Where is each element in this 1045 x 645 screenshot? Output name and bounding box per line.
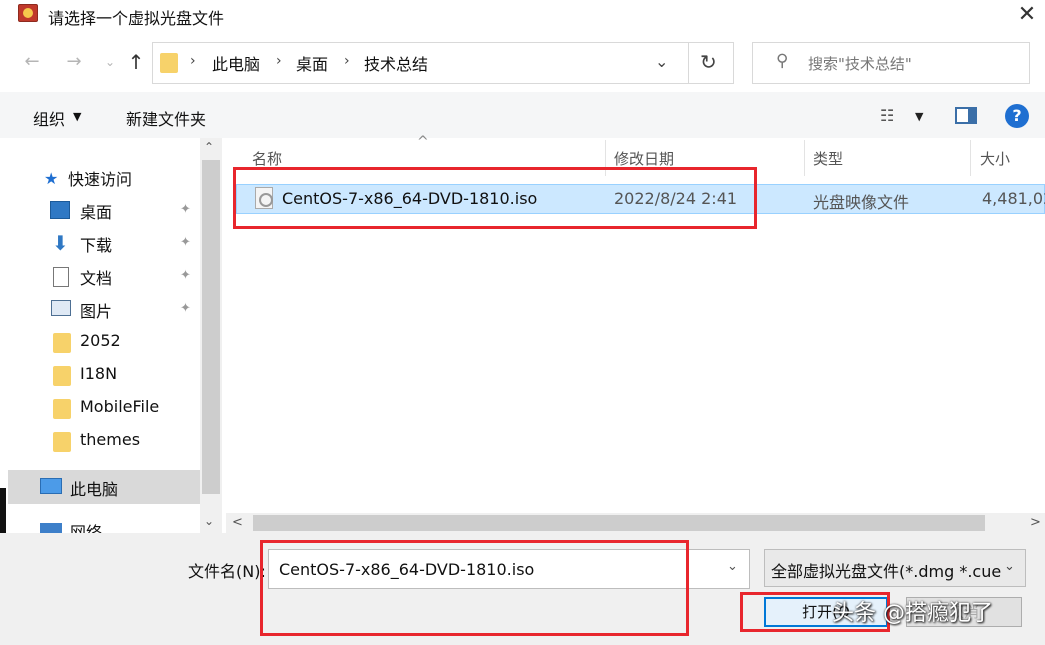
- folder-icon: [53, 366, 71, 386]
- filename-label: 文件名(N):: [188, 562, 266, 581]
- sidebar-item-label: MobileFile: [80, 397, 160, 416]
- address-dropdown-chevron-icon[interactable]: ⌄: [655, 52, 668, 71]
- sidebar-item-documents[interactable]: 文档 ✦: [0, 260, 200, 293]
- address-divider: [688, 43, 689, 83]
- filetype-dropdown-chevron-icon[interactable]: ⌄: [1004, 559, 1015, 574]
- organize-caret-icon[interactable]: ▼: [73, 110, 81, 123]
- nav-scrollbar-thumb[interactable]: [202, 160, 220, 494]
- breadcrumb-separator: ›: [276, 53, 282, 69]
- help-icon[interactable]: ?: [1005, 104, 1029, 128]
- app-icon: [18, 4, 38, 22]
- computer-icon: [40, 478, 62, 494]
- annotation-box-filename: [260, 540, 689, 636]
- breadcrumb-separator: ›: [190, 53, 196, 69]
- new-folder-button[interactable]: 新建文件夹: [126, 106, 206, 130]
- pin-icon: ✦: [180, 301, 191, 316]
- close-button[interactable]: ✕: [1012, 2, 1042, 28]
- pin-icon: ✦: [180, 235, 191, 250]
- breadcrumb-desktop[interactable]: 桌面: [296, 51, 328, 75]
- desktop-icon: [50, 201, 70, 219]
- sidebar-item-label: 2052: [80, 331, 121, 350]
- horizontal-scrollbar-thumb[interactable]: [253, 515, 985, 531]
- sidebar-item-label: 图片: [80, 302, 113, 321]
- pin-icon: ✦: [180, 202, 191, 217]
- download-icon: ⬇: [52, 231, 69, 255]
- column-header-date[interactable]: 修改日期: [614, 148, 674, 169]
- search-placeholder: 搜索"技术总结": [808, 55, 912, 73]
- sidebar-item-label: 文档: [80, 269, 113, 288]
- picture-icon: [51, 300, 71, 316]
- sidebar-item-2052[interactable]: 2052: [0, 326, 200, 359]
- sidebar-item-quick-access[interactable]: ★ 快速访问: [0, 161, 200, 194]
- sidebar-item-i18n[interactable]: I18N: [0, 359, 200, 392]
- back-arrow-icon[interactable]: ←: [20, 50, 44, 74]
- column-header-type[interactable]: 类型: [813, 148, 843, 169]
- file-size-cell: 4,481,02: [982, 189, 1045, 208]
- window-title: 请选择一个虚拟光盘文件: [48, 9, 225, 28]
- sidebar-item-this-pc[interactable]: 此电脑: [0, 471, 200, 504]
- breadcrumb-this-pc[interactable]: 此电脑: [212, 51, 260, 75]
- sidebar-item-desktop[interactable]: 桌面 ✦: [0, 194, 200, 227]
- breadcrumb-separator: ›: [344, 53, 350, 69]
- folder-icon: [160, 53, 178, 73]
- filetype-select[interactable]: 全部虚拟光盘文件(*.dmg *.cue: [764, 549, 1026, 587]
- file-type-cell: 光盘映像文件: [813, 193, 910, 212]
- annotation-box-file: [233, 167, 757, 229]
- star-icon: ★: [44, 169, 59, 188]
- sidebar-item-pictures[interactable]: 图片 ✦: [0, 293, 200, 326]
- folder-icon: [53, 333, 71, 353]
- folder-icon: [53, 432, 71, 452]
- column-divider[interactable]: [804, 140, 805, 176]
- organize-button[interactable]: 组织: [33, 106, 65, 130]
- breadcrumb-tech-summary[interactable]: 技术总结: [364, 51, 428, 75]
- sidebar-item-themes[interactable]: themes: [0, 425, 200, 458]
- column-header-size[interactable]: 大小: [980, 148, 1010, 169]
- column-divider[interactable]: [970, 140, 971, 176]
- sidebar-item-label: themes: [80, 430, 141, 449]
- network-icon: [40, 523, 62, 533]
- sidebar-item-downloads[interactable]: ⬇ 下载 ✦: [0, 227, 200, 260]
- scroll-right-icon[interactable]: >: [1030, 515, 1041, 530]
- scroll-down-icon[interactable]: ⌄: [204, 514, 214, 528]
- sidebar-item-label: I18N: [80, 364, 118, 383]
- watermark: 头条 @搭瘾犯了: [832, 601, 993, 626]
- search-icon: ⚲: [776, 51, 789, 71]
- sidebar-item-network[interactable]: 网络: [0, 515, 200, 533]
- preview-pane-icon[interactable]: [955, 107, 977, 124]
- scroll-left-icon[interactable]: <: [232, 515, 243, 530]
- column-header-name[interactable]: 名称: [252, 148, 282, 169]
- view-options-icon[interactable]: ☷: [880, 106, 894, 125]
- sidebar-item-label: 桌面: [80, 203, 113, 222]
- recent-locations-chevron-icon[interactable]: ⌄: [98, 50, 122, 74]
- pin-icon: ✦: [180, 268, 191, 283]
- folder-icon: [53, 399, 71, 419]
- scroll-up-icon[interactable]: ⌃: [204, 140, 214, 154]
- up-arrow-icon[interactable]: ↑: [124, 50, 148, 74]
- sidebar-item-mobilefile[interactable]: MobileFile: [0, 392, 200, 425]
- filename-dropdown-chevron-icon[interactable]: ⌄: [727, 559, 738, 574]
- refresh-icon[interactable]: ↻: [700, 50, 717, 74]
- sidebar-item-label: 网络: [70, 523, 103, 533]
- sidebar-item-label: 此电脑: [70, 480, 119, 499]
- view-caret-icon[interactable]: ▼: [915, 110, 923, 123]
- forward-arrow-icon[interactable]: →: [62, 50, 86, 74]
- sort-ascending-icon: ^: [417, 134, 429, 150]
- sidebar-item-label: 下载: [80, 236, 113, 255]
- document-icon: [53, 267, 69, 287]
- sidebar-item-label: 快速访问: [68, 170, 133, 189]
